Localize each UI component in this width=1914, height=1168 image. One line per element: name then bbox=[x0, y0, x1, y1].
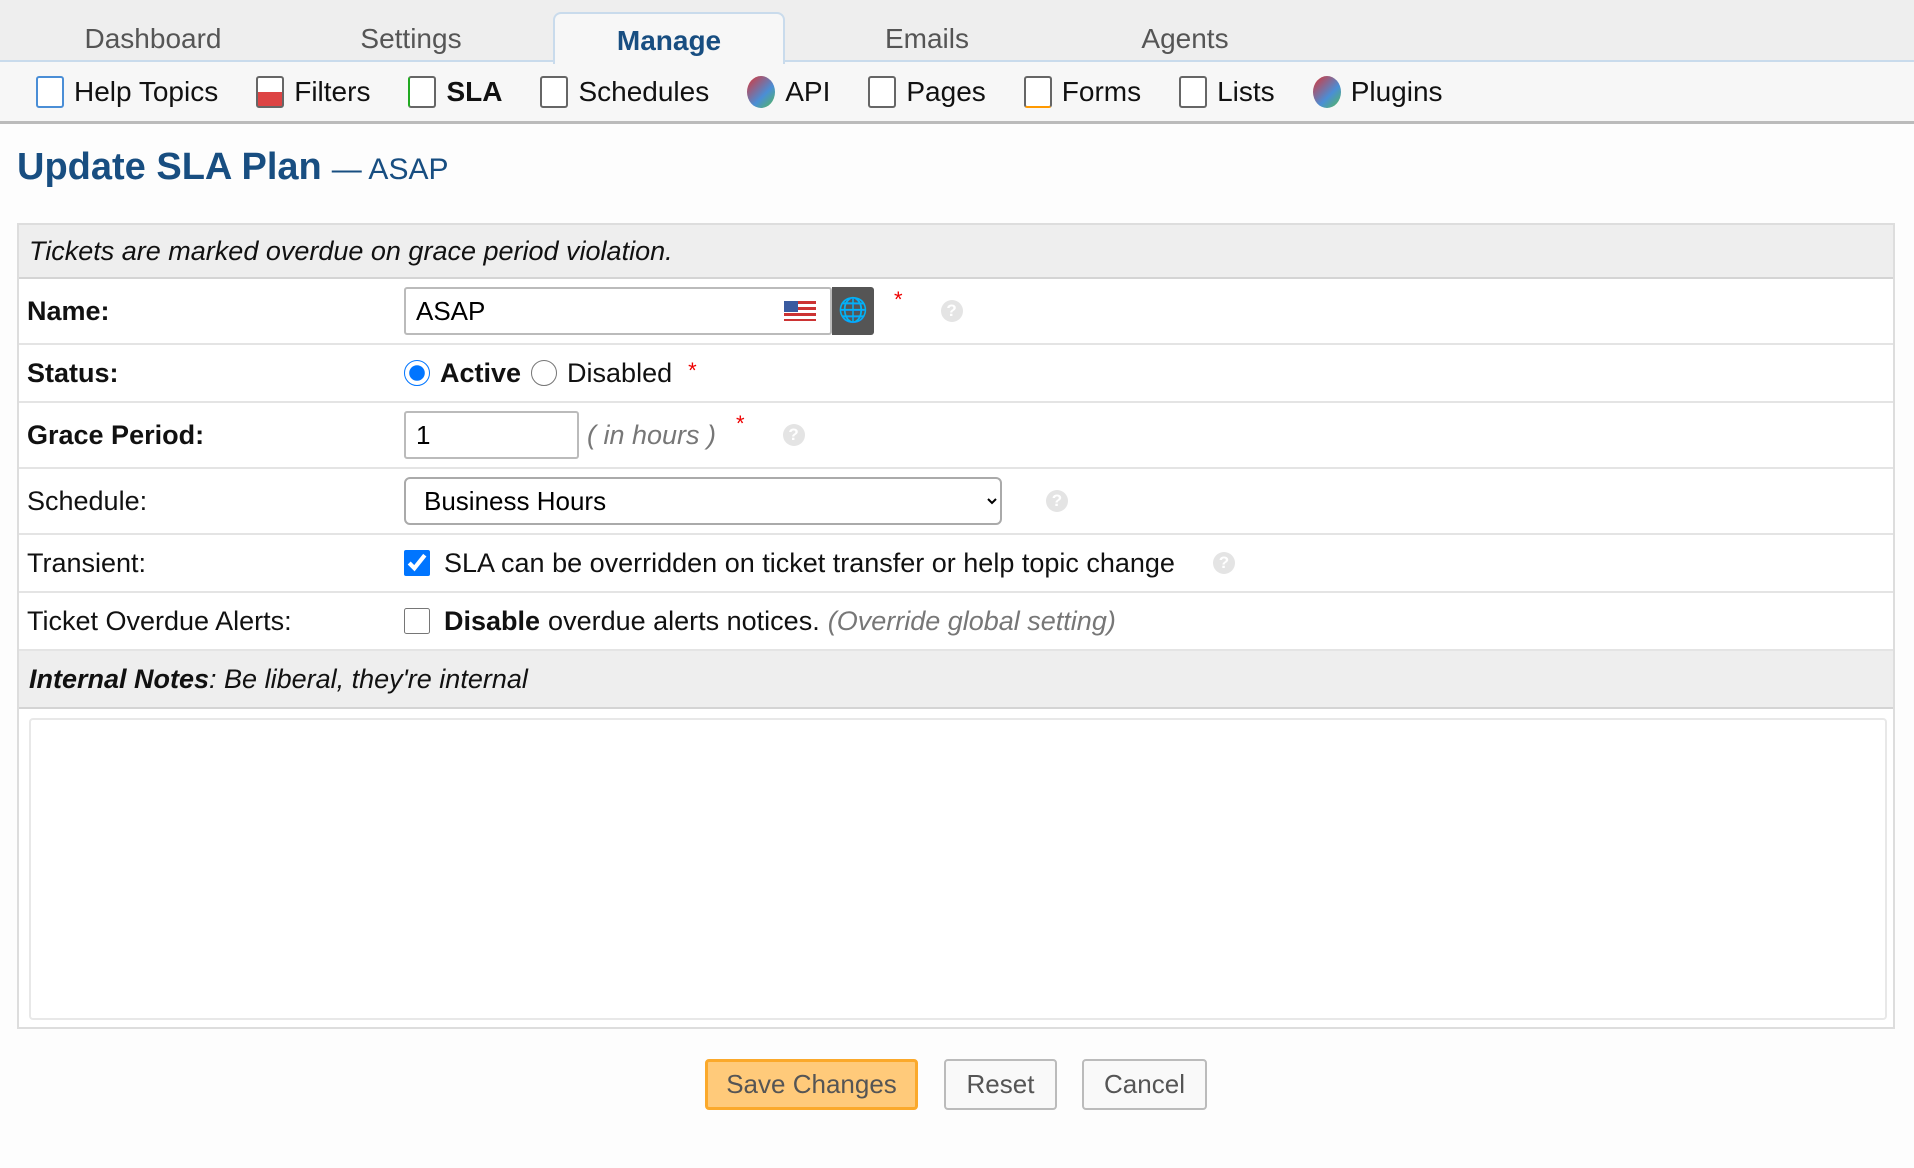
page-title: Update SLA Plan — ASAP bbox=[17, 146, 448, 189]
required-marker: * bbox=[736, 411, 745, 436]
grace-period-label: Grace Period: bbox=[27, 419, 205, 450]
name-input[interactable] bbox=[404, 287, 832, 335]
top-tabs: Dashboard Settings Manage Emails Agents bbox=[0, 0, 1914, 64]
subnav-schedules[interactable]: Schedules bbox=[540, 75, 710, 108]
tab-dashboard[interactable]: Dashboard bbox=[37, 12, 269, 62]
name-row: Name: 🌐 * ? bbox=[19, 279, 1893, 345]
tab-agents[interactable]: Agents bbox=[1069, 12, 1301, 62]
grace-unit: ( in hours ) bbox=[587, 419, 717, 450]
tab-emails[interactable]: Emails bbox=[811, 12, 1043, 62]
status-active-radio[interactable] bbox=[404, 360, 430, 386]
subnav-help-topics[interactable]: Help Topics bbox=[36, 75, 219, 108]
required-marker: * bbox=[894, 287, 903, 312]
subnav-plugins[interactable]: Plugins bbox=[1312, 75, 1443, 108]
disable-alerts-checkbox[interactable] bbox=[404, 608, 430, 634]
status-disabled-radio[interactable] bbox=[531, 360, 558, 386]
lists-icon bbox=[1179, 75, 1208, 108]
help-icon[interactable]: ? bbox=[940, 300, 963, 322]
transient-label: Transient: bbox=[27, 547, 147, 578]
help-icon[interactable]: ? bbox=[1212, 552, 1235, 574]
filters-icon bbox=[256, 75, 285, 108]
status-label: Status: bbox=[27, 357, 119, 388]
schedule-label: Schedule: bbox=[27, 485, 148, 516]
transient-row: Transient: SLA can be overridden on tick… bbox=[19, 535, 1893, 593]
form-notice: Tickets are marked overdue on grace peri… bbox=[19, 225, 1893, 279]
globe-icon[interactable]: 🌐 bbox=[832, 287, 874, 335]
reset-button[interactable]: Reset bbox=[944, 1059, 1057, 1110]
overdue-alerts-label: Ticket Overdue Alerts: bbox=[27, 605, 292, 636]
help-topics-icon bbox=[36, 75, 64, 108]
internal-notes-textarea[interactable] bbox=[29, 718, 1887, 1020]
subnav-api[interactable]: API bbox=[747, 75, 831, 108]
transient-checkbox[interactable] bbox=[404, 550, 430, 576]
notes-hint: : Be liberal, they're internal bbox=[209, 663, 528, 694]
alerts-text: overdue alerts notices. bbox=[548, 605, 820, 636]
save-changes-button[interactable]: Save Changes bbox=[705, 1059, 918, 1110]
notes-title: Internal Notes bbox=[29, 663, 210, 694]
subnav-label: Schedules bbox=[578, 75, 710, 107]
subnav-label: Plugins bbox=[1350, 75, 1443, 107]
tab-manage[interactable]: Manage bbox=[553, 12, 785, 64]
sla-icon bbox=[408, 75, 437, 108]
cancel-button[interactable]: Cancel bbox=[1082, 1059, 1207, 1110]
plugins-icon bbox=[1312, 75, 1341, 108]
subnav-label: Pages bbox=[906, 75, 986, 107]
internal-notes-header: Internal Notes: Be liberal, they're inte… bbox=[19, 651, 1893, 709]
tab-settings[interactable]: Settings bbox=[295, 12, 527, 62]
alerts-note: (Override global setting) bbox=[827, 605, 1116, 636]
pages-icon bbox=[868, 75, 897, 108]
transient-text: SLA can be overridden on ticket transfer… bbox=[444, 547, 1175, 578]
forms-icon bbox=[1023, 75, 1052, 108]
subnav-label: Lists bbox=[1217, 75, 1275, 107]
sub-nav: Help Topics Filters SLA Schedules API Pa… bbox=[0, 62, 1914, 124]
grace-period-row: Grace Period: ( in hours ) * ? bbox=[19, 403, 1893, 469]
schedules-icon bbox=[540, 75, 569, 108]
subnav-label: Filters bbox=[294, 75, 371, 107]
schedule-row: Schedule: Business Hours ? bbox=[19, 469, 1893, 535]
us-flag-icon[interactable] bbox=[784, 301, 816, 321]
disabled-label: Disabled bbox=[567, 357, 673, 388]
subnav-label: API bbox=[785, 75, 831, 107]
schedule-select[interactable]: Business Hours bbox=[404, 477, 1002, 525]
help-icon[interactable]: ? bbox=[782, 424, 805, 446]
subnav-label: Forms bbox=[1061, 75, 1142, 107]
subnav-forms[interactable]: Forms bbox=[1023, 75, 1142, 108]
subnav-label: Help Topics bbox=[74, 75, 219, 107]
subnav-filters[interactable]: Filters bbox=[256, 75, 371, 108]
disable-text: Disable bbox=[444, 605, 541, 636]
api-icon bbox=[747, 75, 776, 108]
subnav-pages[interactable]: Pages bbox=[868, 75, 986, 108]
overdue-alerts-row: Ticket Overdue Alerts: Disable overdue a… bbox=[19, 593, 1893, 651]
sla-form: Tickets are marked overdue on grace peri… bbox=[17, 223, 1895, 1029]
page-subtitle: — ASAP bbox=[331, 153, 449, 186]
notice-text: Tickets are marked overdue on grace peri… bbox=[29, 235, 673, 266]
subnav-sla[interactable]: SLA bbox=[408, 75, 503, 108]
title-text: Update SLA Plan bbox=[17, 146, 322, 188]
active-label: Active bbox=[440, 357, 522, 388]
help-icon[interactable]: ? bbox=[1046, 490, 1068, 512]
subnav-lists[interactable]: Lists bbox=[1179, 75, 1275, 108]
required-marker: * bbox=[688, 357, 697, 383]
grace-period-input[interactable] bbox=[404, 411, 579, 459]
status-row: Status: Active Disabled * bbox=[19, 345, 1893, 403]
subnav-label: SLA bbox=[446, 75, 503, 107]
name-label: Name: bbox=[27, 295, 110, 326]
